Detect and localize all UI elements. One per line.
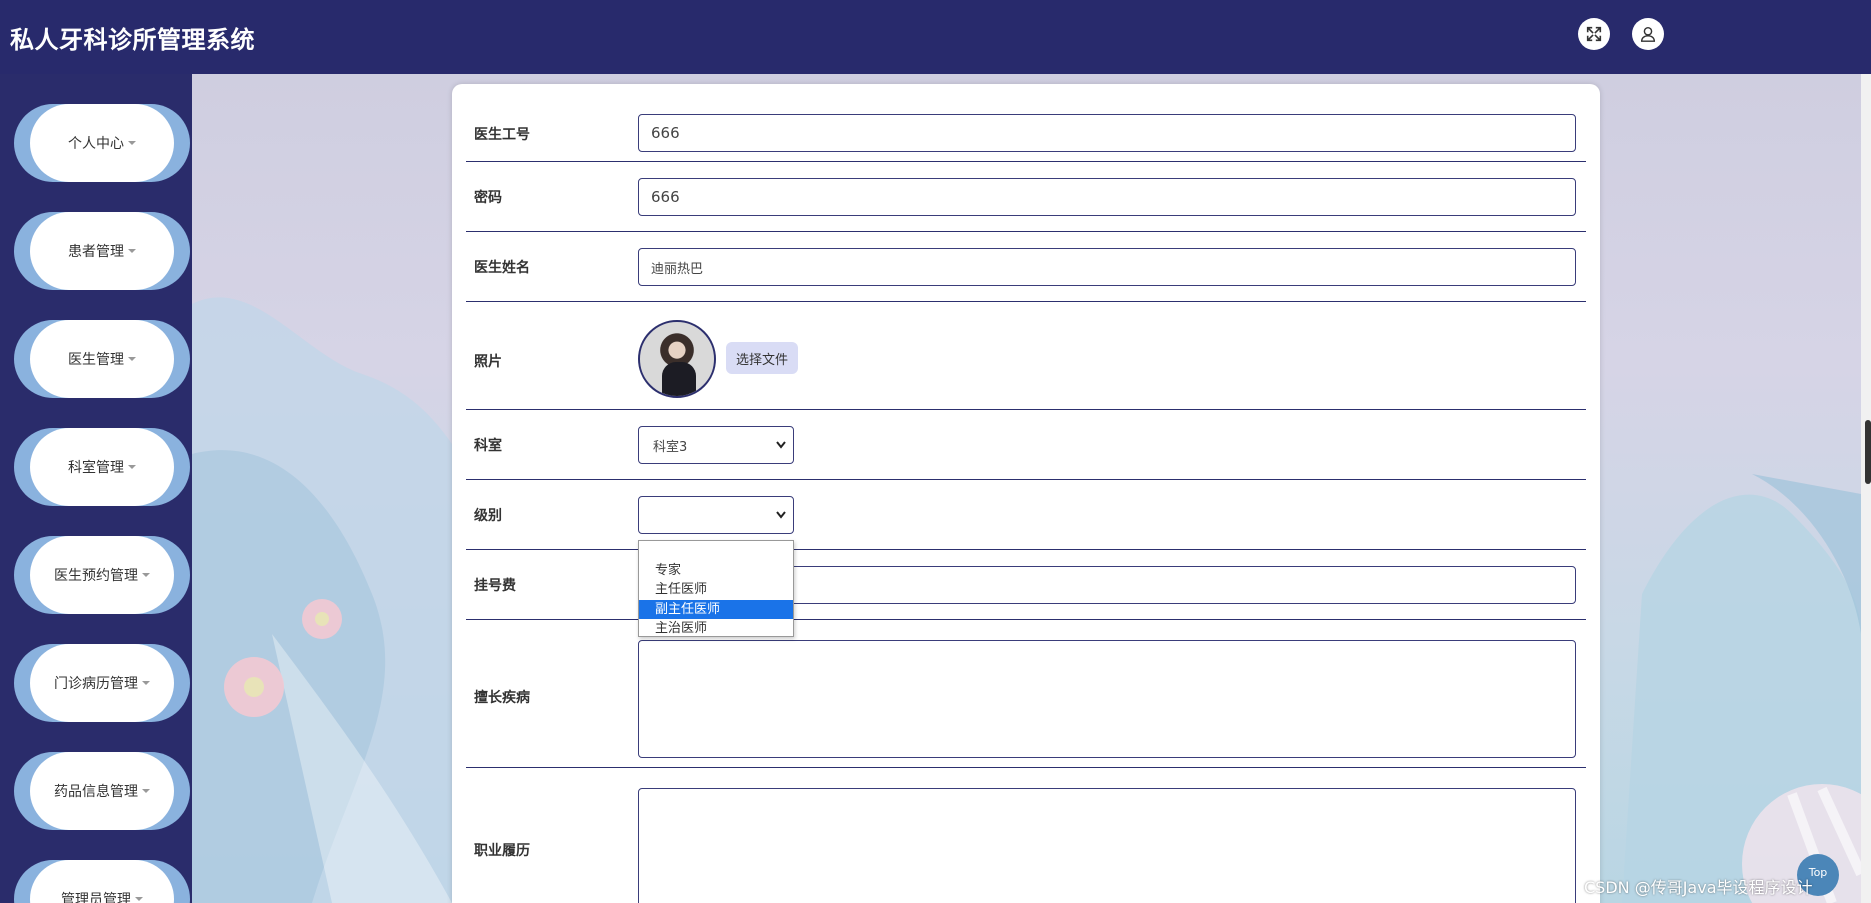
chevron-down-icon <box>776 441 786 449</box>
level-select[interactable] <box>638 496 794 534</box>
doctor-photo-avatar <box>638 320 716 398</box>
sidebar-item-appointment-management[interactable]: 医生预约管理 <box>14 536 190 614</box>
doctor-id-label: 医生工号 <box>474 127 530 143</box>
specialty-label: 擅长疾病 <box>474 690 530 706</box>
form-row-level: 级别 <box>466 480 1586 550</box>
caret-down-icon <box>135 897 143 901</box>
caret-down-icon <box>142 573 150 577</box>
sidebar-item-drug-management[interactable]: 药品信息管理 <box>14 752 190 830</box>
form-row-password: 密码 666 <box>466 162 1586 232</box>
sidebar-item-label: 医生预约管理 <box>54 568 138 584</box>
photo-label: 照片 <box>474 354 502 370</box>
form-row-career: 职业履历 <box>466 768 1586 903</box>
sidebar-item-label: 个人中心 <box>68 136 124 152</box>
level-option[interactable]: 主治医师 <box>639 619 793 639</box>
form-row-photo: 照片 选择文件 <box>466 302 1586 410</box>
sidebar-item-label: 管理员管理 <box>61 892 131 903</box>
department-label: 科室 <box>474 438 502 454</box>
caret-down-icon <box>128 141 136 145</box>
doctor-id-input[interactable]: 666 <box>638 114 1576 152</box>
sidebar-item-label: 门诊病历管理 <box>54 676 138 692</box>
career-textarea[interactable] <box>638 788 1576 903</box>
doctor-edit-form: 医生工号 666 密码 666 医生姓名 迪丽热巴 照片 选择文件 科室 科室3… <box>452 84 1600 903</box>
caret-down-icon <box>128 357 136 361</box>
level-option-highlighted[interactable]: 副主任医师 <box>639 599 793 619</box>
form-row-department: 科室 科室3 <box>466 410 1586 480</box>
doctor-name-input[interactable]: 迪丽热巴 <box>638 248 1576 286</box>
password-label: 密码 <box>474 190 502 206</box>
sidebar-item-label: 科室管理 <box>68 460 124 476</box>
app-title: 私人牙科诊所管理系统 <box>10 26 255 54</box>
page-scrollbar[interactable] <box>1861 74 1871 903</box>
form-row-fee: 挂号费 <box>466 550 1586 620</box>
sidebar-item-label: 患者管理 <box>68 244 124 260</box>
sidebar-item-label: 医生管理 <box>68 352 124 368</box>
fullscreen-icon <box>1586 26 1602 42</box>
sidebar-item-doctor-management[interactable]: 医生管理 <box>14 320 190 398</box>
department-selected-value: 科室3 <box>653 439 688 455</box>
caret-down-icon <box>128 249 136 253</box>
career-label: 职业履历 <box>474 843 530 859</box>
level-option[interactable] <box>639 541 793 561</box>
form-row-doctor-id: 医生工号 666 <box>466 84 1586 162</box>
sidebar-item-label: 药品信息管理 <box>54 784 138 800</box>
sidebar-item-medical-record-management[interactable]: 门诊病历管理 <box>14 644 190 722</box>
scrollbar-thumb[interactable] <box>1865 420 1871 484</box>
user-profile-button[interactable] <box>1632 18 1664 50</box>
form-row-doctor-name: 医生姓名 迪丽热巴 <box>466 232 1586 302</box>
specialty-textarea[interactable] <box>638 640 1576 758</box>
sidebar: 个人中心 患者管理 医生管理 科室管理 医生预约管理 门诊病历管理 药品信息管理… <box>0 74 192 903</box>
caret-down-icon <box>142 789 150 793</box>
level-dropdown-list: 专家 主任医师 副主任医师 主治医师 <box>638 540 794 637</box>
chevron-down-icon <box>776 511 786 519</box>
level-option[interactable]: 专家 <box>639 561 793 581</box>
fee-label: 挂号费 <box>474 578 516 594</box>
caret-down-icon <box>142 681 150 685</box>
level-option[interactable]: 主任医师 <box>639 580 793 600</box>
choose-file-button[interactable]: 选择文件 <box>726 342 799 374</box>
form-row-specialty: 擅长疾病 <box>466 620 1586 768</box>
sidebar-item-admin-management[interactable]: 管理员管理 <box>14 860 190 903</box>
level-label: 级别 <box>474 508 502 524</box>
caret-down-icon <box>128 465 136 469</box>
sidebar-item-personal-center[interactable]: 个人中心 <box>14 104 190 182</box>
department-select[interactable]: 科室3 <box>638 426 794 464</box>
doctor-name-label: 医生姓名 <box>474 260 530 276</box>
sidebar-item-patient-management[interactable]: 患者管理 <box>14 212 190 290</box>
watermark-text: CSDN @传哥Java毕设程序设计 <box>1584 878 1813 897</box>
top-header: 私人牙科诊所管理系统 <box>0 0 1871 74</box>
sidebar-item-department-management[interactable]: 科室管理 <box>14 428 190 506</box>
fullscreen-button[interactable] <box>1578 18 1610 50</box>
user-icon <box>1640 26 1656 42</box>
password-input[interactable]: 666 <box>638 178 1576 216</box>
